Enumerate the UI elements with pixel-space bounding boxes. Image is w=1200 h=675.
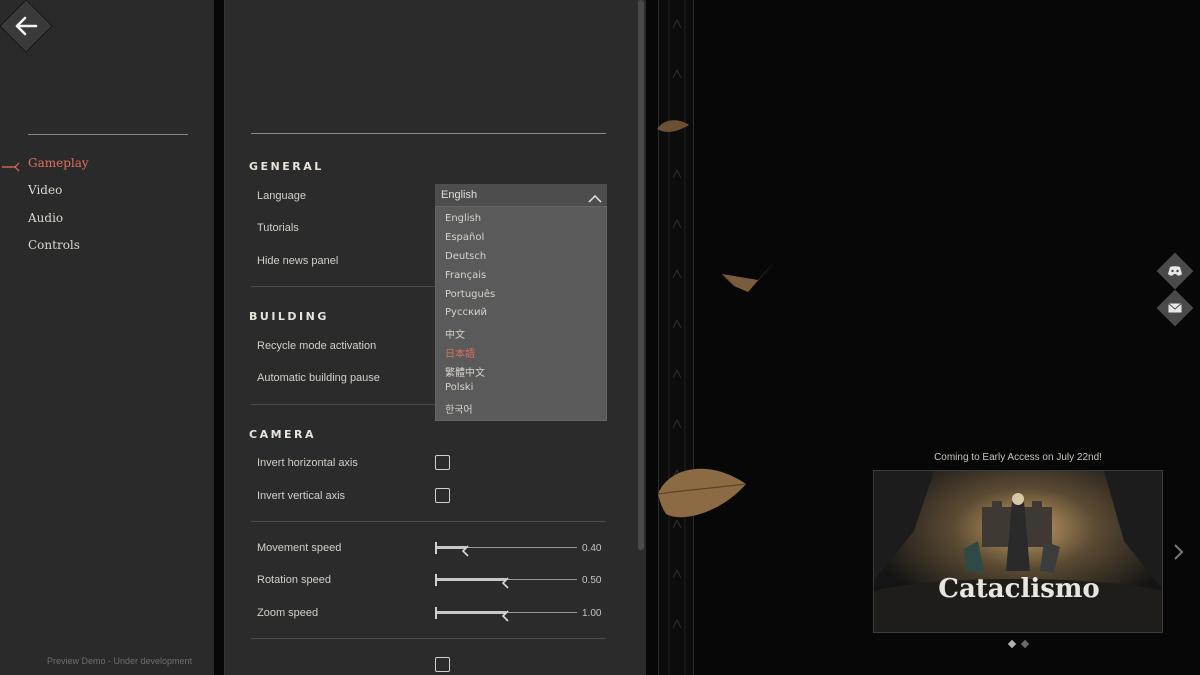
rotation-speed-value: 0.50 [582, 575, 602, 586]
game-logo: Cataclismo [938, 574, 1099, 604]
language-option[interactable]: 한국어 [445, 401, 473, 416]
invert-horizontal-checkbox[interactable] [435, 455, 450, 470]
settings-panel: GENERAL Language Tutorials Hide news pan… [224, 0, 646, 675]
movement-speed-value: 0.40 [582, 543, 602, 554]
nav-item-controls[interactable]: Controls [28, 238, 80, 252]
language-option[interactable]: Français [445, 270, 486, 281]
zoom-speed-label: Zoom speed [257, 607, 319, 619]
leaf-decoration [721, 260, 776, 292]
zoom-speed-slider[interactable] [435, 607, 577, 622]
building-pause-label: Automatic building pause [257, 372, 380, 384]
slider-thumb-icon[interactable] [500, 574, 510, 589]
carousel-dot-1[interactable] [1007, 639, 1017, 649]
slider-thumb-icon[interactable] [500, 607, 510, 622]
chevron-right-icon[interactable] [1170, 543, 1186, 561]
slider-fill [435, 611, 506, 614]
language-option[interactable]: Polski [445, 382, 473, 393]
section-title-camera: CAMERA [249, 428, 317, 441]
leaf-decoration [657, 120, 689, 132]
promo-caption: Coming to Early Access on July 22nd! [934, 452, 1102, 463]
chevron-up-icon [588, 189, 602, 203]
movement-speed-label: Movement speed [257, 542, 342, 554]
zoom-speed-value: 1.00 [582, 608, 602, 619]
language-option[interactable]: 中文 [445, 326, 465, 341]
language-select[interactable]: English [435, 184, 607, 206]
slider-fill [435, 578, 506, 581]
tutorials-label: Tutorials [257, 222, 299, 234]
discord-icon[interactable] [1162, 258, 1188, 284]
rotation-speed-slider[interactable] [435, 574, 577, 589]
language-option[interactable]: Русский [445, 307, 487, 318]
language-option[interactable]: Português [445, 289, 495, 300]
nav-item-video[interactable]: Video [28, 183, 62, 197]
active-indicator-icon [2, 157, 20, 172]
promo-artwork: Cataclismo [874, 471, 1162, 632]
rotation-speed-label: Rotation speed [257, 574, 331, 586]
section-title-general: GENERAL [249, 160, 324, 173]
section-title-building: BUILDING [249, 310, 329, 323]
slider-start [435, 542, 437, 554]
nav-item-audio[interactable]: Audio [28, 211, 63, 225]
section-divider [251, 286, 436, 287]
invert-horizontal-label: Invert horizontal axis [257, 457, 358, 469]
language-option[interactable]: 繁體中文 [445, 364, 485, 379]
mail-icon[interactable] [1162, 295, 1188, 321]
invert-vertical-label: Invert vertical axis [257, 490, 346, 502]
panel-divider [251, 133, 606, 134]
language-option[interactable]: Deutsch [445, 251, 486, 262]
nav-divider [28, 134, 188, 135]
language-option[interactable]: Español [445, 232, 484, 243]
section-divider [251, 638, 606, 639]
promo-card[interactable]: Cataclismo [873, 470, 1163, 633]
invert-vertical-checkbox[interactable] [435, 488, 450, 503]
slider-start [435, 607, 437, 619]
panel-scrollbar[interactable] [638, 0, 644, 550]
movement-speed-slider[interactable] [435, 542, 577, 557]
recycle-mode-label: Recycle mode activation [257, 340, 377, 352]
language-options-list: English Español Deutsch Français Portugu… [435, 206, 607, 421]
hide-news-label: Hide news panel [257, 255, 339, 267]
section-divider [251, 404, 436, 405]
slider-thumb-icon[interactable] [460, 542, 470, 557]
language-option[interactable]: English [445, 213, 481, 224]
arrow-left-icon[interactable] [7, 7, 45, 45]
leaf-decoration [657, 468, 747, 518]
language-option-hovered[interactable]: 日本語 [445, 345, 475, 360]
footer-note: Preview Demo - Under development [47, 656, 193, 666]
nav-item-gameplay[interactable]: Gameplay [28, 156, 89, 170]
settings-nav: Gameplay Video Audio Controls Preview De… [0, 0, 214, 675]
ornamental-border [658, 0, 694, 675]
carousel-dot-2[interactable] [1020, 639, 1030, 649]
partial-checkbox[interactable] [435, 657, 450, 672]
language-select-value: English [441, 189, 478, 201]
language-label: Language [257, 190, 306, 202]
slider-start [435, 574, 437, 586]
section-divider [251, 521, 606, 522]
